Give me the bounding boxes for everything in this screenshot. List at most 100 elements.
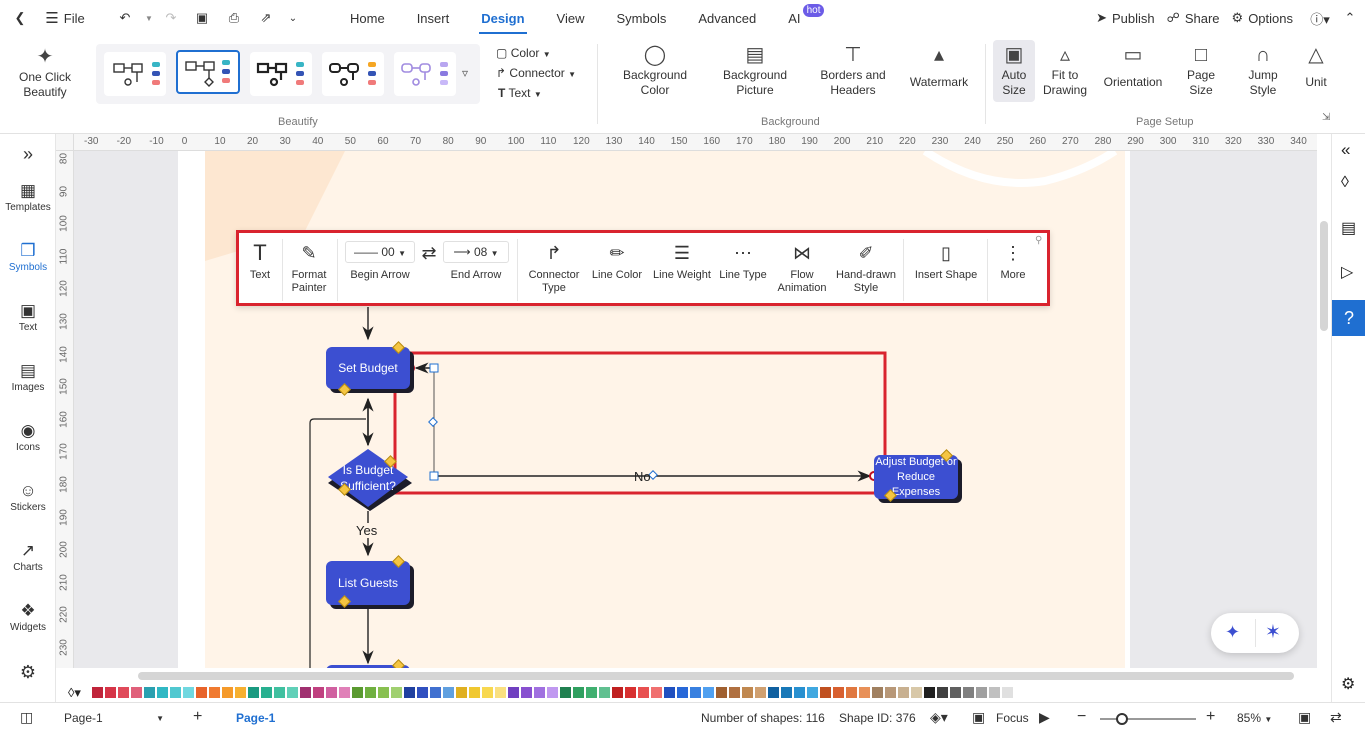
more-dropdown-icon[interactable]: ⌄: [282, 0, 304, 36]
color-swatch[interactable]: [157, 687, 168, 698]
help-icon[interactable]: ⓘ▾: [1305, 0, 1335, 36]
color-swatch[interactable]: [625, 687, 636, 698]
add-page-icon[interactable]: +: [193, 708, 202, 726]
focus-icon[interactable]: ▣: [972, 709, 985, 726]
line-type-tool[interactable]: ⋯ Line Type: [717, 241, 769, 282]
focus-label[interactable]: Focus: [996, 711, 1029, 725]
color-swatch[interactable]: [430, 687, 441, 698]
color-swatch[interactable]: [196, 687, 207, 698]
sidebar-item-widgets[interactable]: ❖ Widgets: [0, 600, 56, 633]
color-swatch[interactable]: [846, 687, 857, 698]
fullscreen-icon[interactable]: ⇄: [1330, 709, 1342, 726]
more-tool[interactable]: ⋮ More: [991, 241, 1035, 282]
color-swatch[interactable]: [781, 687, 792, 698]
sidebar-item-images[interactable]: ▤ Images: [0, 360, 56, 393]
color-swatch[interactable]: [833, 687, 844, 698]
color-swatch[interactable]: [586, 687, 597, 698]
color-swatch[interactable]: [989, 687, 1000, 698]
tab-ai[interactable]: AI hot: [772, 0, 825, 36]
format-painter-tool[interactable]: ✎ Format Painter: [287, 241, 331, 295]
end-arrow-select[interactable]: ⟶ 08 ▼: [443, 241, 509, 263]
color-swatch[interactable]: [274, 687, 285, 698]
swap-arrows-icon[interactable]: ⇄: [419, 241, 439, 269]
color-swatch[interactable]: [417, 687, 428, 698]
save-icon[interactable]: ▣: [186, 0, 218, 36]
color-swatch[interactable]: [495, 687, 506, 698]
beautify-style-5[interactable]: [394, 52, 456, 96]
page-panel-icon[interactable]: ◫: [20, 709, 33, 726]
export-icon[interactable]: ⇗: [250, 0, 282, 36]
unit-button[interactable]: △ Unit: [1300, 44, 1332, 90]
fit-page-icon[interactable]: ▣: [1298, 709, 1311, 726]
insert-shape-tool[interactable]: ▯ Insert Shape: [909, 241, 983, 282]
beautify-style-2[interactable]: [176, 50, 240, 94]
zoom-in-icon[interactable]: +: [1206, 708, 1215, 726]
background-picture-button[interactable]: ▤ Background Picture: [712, 44, 798, 98]
undo-icon[interactable]: ↶: [108, 0, 142, 36]
back-icon[interactable]: ❮: [0, 0, 40, 36]
tab-view[interactable]: View: [541, 0, 601, 36]
one-click-beautify-button[interactable]: ✦ One Click Beautify: [12, 46, 78, 100]
pin-icon[interactable]: ⚲: [1035, 235, 1042, 246]
color-swatch[interactable]: [170, 687, 181, 698]
expand-sidebar-icon[interactable]: »: [0, 144, 56, 165]
color-swatch[interactable]: [105, 687, 116, 698]
color-swatch[interactable]: [963, 687, 974, 698]
sidebar-item-text[interactable]: ▣ Text: [0, 300, 56, 333]
color-swatch[interactable]: [690, 687, 701, 698]
ai-sparkle-icon[interactable]: ✶: [1265, 621, 1281, 644]
color-swatch[interactable]: [911, 687, 922, 698]
color-swatch[interactable]: [261, 687, 272, 698]
flow-animation-tool[interactable]: ⋈ Flow Animation: [773, 241, 831, 295]
gallery-more-icon[interactable]: ▿: [462, 66, 468, 80]
sidebar-item-charts[interactable]: ↗ Charts: [0, 540, 56, 573]
help-circle-icon[interactable]: ?: [1332, 300, 1365, 336]
color-swatch[interactable]: [807, 687, 818, 698]
color-swatch[interactable]: [456, 687, 467, 698]
color-swatch[interactable]: [209, 687, 220, 698]
canvas[interactable]: Set Budget Is Budget Sufficient? Yes No …: [74, 151, 1317, 668]
settings-gear-icon[interactable]: ⚙: [0, 662, 56, 683]
color-swatch[interactable]: [924, 687, 935, 698]
zoom-slider-knob[interactable]: [1116, 713, 1128, 725]
horizontal-scrollbar[interactable]: [74, 668, 1317, 683]
page-icon[interactable]: ▤: [1341, 218, 1356, 238]
color-swatch[interactable]: [820, 687, 831, 698]
collapse-panel-icon[interactable]: «: [1341, 140, 1350, 160]
color-swatch[interactable]: [1002, 687, 1013, 698]
color-button[interactable]: ▢ Color ▼: [496, 46, 551, 62]
fill-bucket-icon[interactable]: ◊▾: [68, 685, 81, 701]
color-swatch[interactable]: [768, 687, 779, 698]
publish-button[interactable]: ➤ Publish: [1096, 0, 1155, 36]
color-swatch[interactable]: [313, 687, 324, 698]
text-style-button[interactable]: T Text ▼: [498, 86, 542, 102]
presentation-icon[interactable]: ▷: [1341, 262, 1353, 282]
color-swatch[interactable]: [469, 687, 480, 698]
undo-dropdown-icon[interactable]: ▼: [142, 0, 156, 36]
vertical-scrollbar[interactable]: [1317, 151, 1331, 668]
color-swatch[interactable]: [885, 687, 896, 698]
color-swatch[interactable]: [703, 687, 714, 698]
zoom-slider[interactable]: [1100, 713, 1196, 725]
color-swatch[interactable]: [521, 687, 532, 698]
file-menu[interactable]: ☰ File: [40, 0, 90, 36]
color-swatch[interactable]: [937, 687, 948, 698]
page-setup-expand-icon[interactable]: ⇲: [1322, 112, 1330, 123]
color-swatch[interactable]: [92, 687, 103, 698]
beautify-style-1[interactable]: [104, 52, 166, 96]
color-swatch[interactable]: [443, 687, 454, 698]
begin-arrow-select[interactable]: —— 00 ▼: [345, 241, 415, 263]
color-swatch[interactable]: [547, 687, 558, 698]
color-swatch[interactable]: [950, 687, 961, 698]
connector-type-tool[interactable]: ↱ Connector Type: [523, 241, 585, 295]
page-tab[interactable]: Page-1: [236, 711, 275, 725]
color-swatch[interactable]: [612, 687, 623, 698]
auto-size-button[interactable]: ▣ Auto Size: [993, 40, 1035, 102]
color-swatch[interactable]: [872, 687, 883, 698]
color-swatch[interactable]: [378, 687, 389, 698]
color-swatch[interactable]: [144, 687, 155, 698]
color-swatch[interactable]: [235, 687, 246, 698]
tab-design[interactable]: Design: [465, 0, 540, 36]
color-swatch[interactable]: [118, 687, 129, 698]
color-swatch[interactable]: [664, 687, 675, 698]
